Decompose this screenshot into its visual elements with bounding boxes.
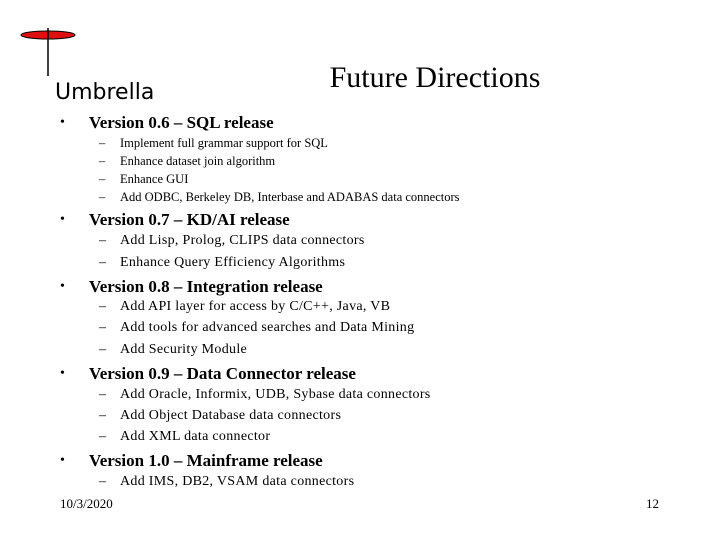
- bullet-icon: •: [60, 366, 65, 381]
- dash-icon: –: [99, 233, 107, 248]
- dash-icon: –: [99, 387, 107, 402]
- umbrella-icon: [20, 28, 76, 76]
- dash-icon: –: [99, 136, 106, 150]
- logo-text: Umbrella: [55, 80, 155, 105]
- dash-icon: –: [99, 429, 107, 444]
- dash-icon: –: [99, 190, 106, 204]
- dash-icon: –: [99, 408, 107, 423]
- footer-date: 10/3/2020: [60, 496, 113, 511]
- dash-icon: –: [99, 255, 107, 270]
- dash-icon: –: [99, 154, 106, 168]
- bullet-icon: •: [60, 115, 65, 130]
- bullet-icon: •: [60, 279, 65, 294]
- dash-icon: –: [99, 172, 106, 186]
- slide-number: 12: [646, 496, 659, 511]
- bullet-icon: •: [60, 212, 65, 227]
- bullet-icon: •: [60, 453, 65, 468]
- dash-icon: –: [99, 474, 107, 489]
- umbrella-logo: Umbrella: [18, 26, 154, 104]
- dash-icon: –: [99, 320, 107, 335]
- dash-icon: –: [99, 299, 107, 314]
- dash-icon: –: [99, 342, 107, 357]
- slide-title: Future Directions: [329, 61, 541, 94]
